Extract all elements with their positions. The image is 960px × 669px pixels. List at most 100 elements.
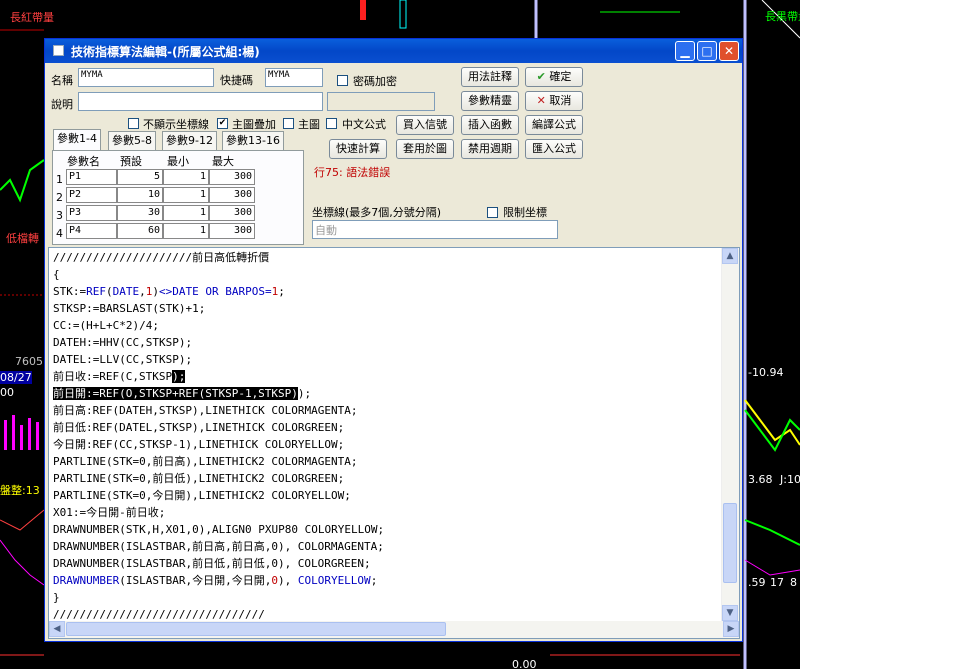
scroll-down-icon[interactable]: ▼ bbox=[722, 605, 738, 621]
bg-label-volume: 7605 bbox=[15, 355, 43, 368]
tab-params-1-4[interactable]: 參數1-4 bbox=[53, 129, 101, 151]
ok-button[interactable]: ✔ 確定 bbox=[525, 67, 583, 87]
code-line[interactable]: CC:=(H+L+C*2)/4; bbox=[53, 319, 159, 332]
code-line[interactable]: } bbox=[53, 591, 60, 604]
scroll-right-icon[interactable]: ▶ bbox=[723, 621, 739, 637]
bg-label-value-j: J:10 bbox=[780, 473, 800, 486]
hide-axis-checkbox[interactable] bbox=[128, 118, 139, 129]
code-line[interactable]: PARTLINE(STK=0,前日低),LINETHICK2 COLORGREE… bbox=[53, 472, 344, 485]
horizontal-scroll-thumb[interactable] bbox=[66, 622, 446, 636]
param-default-cell[interactable]: 5 bbox=[117, 169, 163, 185]
param-row-index: 4 bbox=[56, 227, 63, 240]
code-line[interactable]: STK:=REF(DATE,1)<>DATE OR BARPOS=1; bbox=[53, 285, 285, 298]
code-line[interactable]: { bbox=[53, 268, 60, 281]
param-min-cell[interactable]: 1 bbox=[163, 187, 209, 203]
param-name-cell[interactable]: P1 bbox=[66, 169, 117, 185]
maximize-icon: □ bbox=[701, 44, 713, 58]
minimize-button[interactable]: ▁ bbox=[675, 41, 695, 61]
param-min-cell[interactable]: 1 bbox=[163, 205, 209, 221]
tab-params-13-16[interactable]: 參數13-16 bbox=[222, 131, 284, 150]
axis-input[interactable]: 自動 bbox=[312, 220, 558, 239]
code-line[interactable]: DRAWNUMBER(ISLASTBAR,前日高,前日高,0), COLORMA… bbox=[53, 540, 384, 553]
main-chart-checkbox[interactable] bbox=[283, 118, 294, 129]
error-message: 行75: 語法錯誤 bbox=[314, 166, 391, 179]
cancel-button[interactable]: ✕ 取消 bbox=[525, 91, 583, 111]
maximize-button[interactable]: □ bbox=[697, 41, 717, 61]
code-line[interactable]: X01:=今日開-前日收; bbox=[53, 506, 165, 519]
bg-label-value-c: .59 bbox=[748, 576, 766, 589]
code-line[interactable]: 今日開:REF(CC,STKSP-1),LINETHICK COLORYELLO… bbox=[53, 438, 344, 451]
insert-function-button[interactable]: 插入函數 bbox=[461, 115, 519, 135]
vertical-scrollbar[interactable]: ▲ ▼ bbox=[721, 248, 739, 621]
compile-formula-button[interactable]: 編譯公式 bbox=[525, 115, 583, 135]
code-editor[interactable]: /////////////////////前日高低轉折價 { STK:=REF(… bbox=[48, 247, 740, 639]
bg-label-low: 低檔轉 bbox=[6, 232, 39, 245]
param-max-cell[interactable]: 300 bbox=[209, 223, 255, 239]
chinese-formula-label: 中文公式 bbox=[342, 118, 386, 131]
code-line[interactable]: DRAWNUMBER(ISLASTBAR,今日開,今日開,0), COLORYE… bbox=[53, 574, 377, 587]
main-overlay-checkbox[interactable]: ✔ bbox=[217, 118, 228, 129]
bg-label-00: 00 bbox=[0, 386, 14, 399]
code-line[interactable]: 前日高:REF(DATEH,STKSP),LINETHICK COLORMAGE… bbox=[53, 404, 358, 417]
bg-label-date: 08/27 bbox=[0, 371, 32, 384]
tab-params-9-12[interactable]: 參數9-12 bbox=[162, 131, 217, 150]
code-line[interactable]: STKSP:=BARSLAST(STK)+1; bbox=[53, 302, 205, 315]
checkmark-icon: ✔ bbox=[218, 118, 227, 128]
code-line[interactable]: DATEL:=LLV(CC,STKSP); bbox=[53, 353, 192, 366]
apply-chart-button[interactable]: 套用於圖 bbox=[396, 139, 454, 159]
desc-extra-field bbox=[327, 92, 435, 111]
limit-axis-checkbox[interactable] bbox=[487, 207, 498, 218]
window-title: 技術指標算法編輯-(所屬公式組:楊) bbox=[71, 45, 260, 59]
code-text[interactable]: /////////////////////前日高低轉折價 { STK:=REF(… bbox=[53, 249, 384, 623]
usage-notes-button[interactable]: 用法註釋 bbox=[461, 67, 519, 87]
param-header-name: 參數名 bbox=[67, 155, 100, 168]
name-input[interactable]: MYMA bbox=[78, 68, 214, 87]
main-overlay-label: 主圖疊加 bbox=[232, 118, 276, 131]
vertical-scroll-thumb[interactable] bbox=[723, 503, 737, 583]
code-line[interactable]: 前日開:=REF(O,STKSP+REF(STKSP-1,STKSP)); bbox=[53, 387, 311, 400]
chinese-formula-checkbox[interactable] bbox=[326, 118, 337, 129]
param-default-cell[interactable]: 60 bbox=[117, 223, 163, 239]
disable-period-button[interactable]: 禁用週期 bbox=[461, 139, 519, 159]
window-icon bbox=[53, 45, 64, 56]
bg-label-long-black: 長黑帶量 bbox=[765, 10, 800, 23]
check-icon: ✔ bbox=[536, 70, 546, 83]
import-formula-button[interactable]: 匯入公式 bbox=[525, 139, 583, 159]
horizontal-scrollbar[interactable]: ◀ ▶ bbox=[49, 621, 739, 638]
code-line[interactable]: 前日收:=REF(C,STKSP); bbox=[53, 370, 186, 383]
quick-calc-button[interactable]: 快速計算 bbox=[329, 139, 387, 159]
param-name-cell[interactable]: P4 bbox=[66, 223, 117, 239]
param-default-cell[interactable]: 10 bbox=[117, 187, 163, 203]
desc-label: 說明 bbox=[51, 98, 73, 111]
code-line[interactable]: DATEH:=HHV(CC,STKSP); bbox=[53, 336, 192, 349]
param-max-cell[interactable]: 300 bbox=[209, 187, 255, 203]
code-line[interactable]: PARTLINE(STK=0,前日高),LINETHICK2 COLORMAGE… bbox=[53, 455, 358, 468]
shortcut-input[interactable]: MYMA bbox=[265, 68, 323, 87]
param-min-cell[interactable]: 1 bbox=[163, 223, 209, 239]
param-default-cell[interactable]: 30 bbox=[117, 205, 163, 221]
scroll-left-icon[interactable]: ◀ bbox=[49, 621, 65, 637]
param-max-cell[interactable]: 300 bbox=[209, 169, 255, 185]
ok-label: 確定 bbox=[549, 70, 572, 83]
desc-input[interactable] bbox=[78, 92, 323, 111]
param-name-cell[interactable]: P2 bbox=[66, 187, 117, 203]
param-max-cell[interactable]: 300 bbox=[209, 205, 255, 221]
shortcut-label: 快捷碼 bbox=[220, 74, 253, 87]
bg-label-value-a: -10.94 bbox=[748, 366, 784, 379]
code-line[interactable]: 前日低:REF(DATEL,STKSP),LINETHICK COLORGREE… bbox=[53, 421, 344, 434]
password-checkbox[interactable] bbox=[337, 75, 348, 86]
param-wizard-button[interactable]: 參數精靈 bbox=[461, 91, 519, 111]
code-line[interactable]: DRAWNUMBER(STK,H,X01,0),ALIGN0 PXUP80 CO… bbox=[53, 523, 384, 536]
scroll-up-icon[interactable]: ▲ bbox=[722, 248, 738, 264]
close-button[interactable]: ✕ bbox=[719, 41, 739, 61]
code-line[interactable]: DRAWNUMBER(ISLASTBAR,前日低,前日低,0), COLORGR… bbox=[53, 557, 371, 570]
param-header-max: 最大 bbox=[212, 155, 234, 168]
buy-signal-button[interactable]: 買入信號 bbox=[396, 115, 454, 135]
tab-params-5-8[interactable]: 參數5-8 bbox=[108, 131, 156, 150]
code-line[interactable]: PARTLINE(STK=0,今日開),LINETHICK2 COLORYELL… bbox=[53, 489, 351, 502]
code-line[interactable]: /////////////////////前日高低轉折價 bbox=[53, 251, 269, 264]
param-name-cell[interactable]: P3 bbox=[66, 205, 117, 221]
title-bar[interactable]: 技術指標算法編輯-(所屬公式組:楊) ▁ □ ✕ bbox=[45, 39, 742, 63]
param-min-cell[interactable]: 1 bbox=[163, 169, 209, 185]
code-line[interactable]: //////////////////////////////// bbox=[53, 608, 265, 621]
